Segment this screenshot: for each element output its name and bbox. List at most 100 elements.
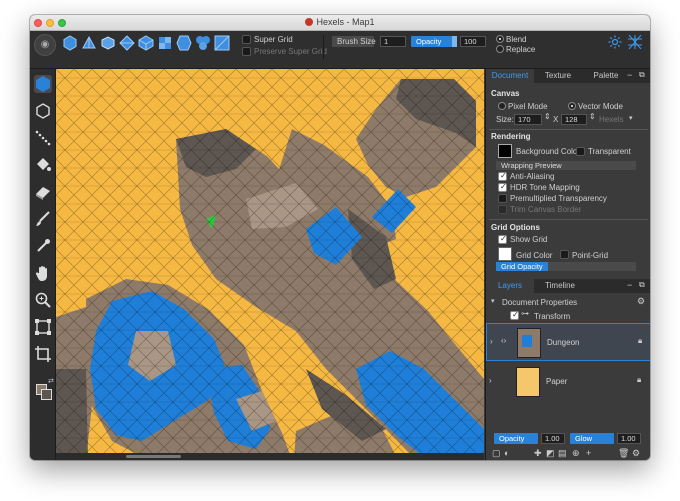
unit-dropdown-icon[interactable]: ▾: [629, 114, 633, 122]
layer-row-paper[interactable]: › Paper 🔒︎: [486, 363, 650, 401]
pixel-mode-label: Pixel Mode: [508, 102, 548, 111]
layer-mask-icon[interactable]: ◐: [504, 448, 509, 458]
anti-aliasing-checkbox[interactable]: [498, 171, 507, 181]
tab-document[interactable]: Document: [486, 69, 534, 83]
circle-tile-icon[interactable]: [195, 35, 211, 51]
grid-opacity-slider[interactable]: Grid Opacity: [496, 262, 636, 271]
brush-size-input[interactable]: 1: [380, 36, 406, 47]
sun-settings-icon[interactable]: [608, 35, 622, 49]
opacity-slider[interactable]: Opacity: [411, 36, 457, 47]
layer-glow-slider[interactable]: Glow: [570, 433, 614, 444]
add-layer-plus-icon[interactable]: +: [586, 448, 591, 458]
transform-link-icon: ⊶: [521, 309, 529, 318]
eraser-tool-icon[interactable]: [34, 183, 52, 201]
background-color-swatch[interactable]: [498, 144, 512, 158]
tab-palette[interactable]: Palette: [582, 69, 630, 83]
wrapping-preview-toggle[interactable]: Wrapping Preview: [496, 161, 636, 170]
transform-checkbox[interactable]: [510, 310, 519, 320]
premultiplied-checkbox[interactable]: [498, 194, 507, 203]
document-properties-chevron-icon[interactable]: ▾: [491, 297, 495, 305]
grid-color-swatch[interactable]: [498, 247, 512, 261]
zoom-tool-icon[interactable]: [34, 291, 52, 309]
layer-opacity-input[interactable]: 1.00: [541, 433, 565, 444]
paint-bucket-tool-icon[interactable]: [34, 156, 52, 174]
width-stepper-icon[interactable]: ⇕: [544, 112, 551, 121]
height-stepper-icon[interactable]: ⇕: [589, 112, 596, 121]
delete-layer-trash-icon[interactable]: 🗑︎: [618, 448, 629, 459]
tab-layers[interactable]: Layers: [486, 279, 534, 293]
canvas-horizontal-scrollbar[interactable]: [56, 453, 484, 460]
canvas-width-input[interactable]: 170: [514, 114, 542, 125]
pixel-mode-radio[interactable]: [498, 102, 506, 110]
layers-popout-icon[interactable]: ⧉: [639, 280, 645, 290]
grid-color-label: Grid Color: [516, 251, 553, 260]
replace-radio[interactable]: [496, 45, 504, 53]
hexagon-outline-tool-icon[interactable]: [34, 102, 52, 120]
layer-glow-input[interactable]: 1.00: [617, 433, 641, 444]
opacity-slider-knob[interactable]: [452, 36, 457, 47]
layer-expand-chevron-icon[interactable]: ›: [490, 337, 493, 346]
layer-glow-label: Glow: [575, 434, 593, 443]
grid-view-icon[interactable]: [628, 35, 642, 49]
square-tile-icon[interactable]: [100, 35, 116, 51]
tab-timeline[interactable]: Timeline: [534, 279, 586, 293]
document-properties-gear-icon[interactable]: ⚙: [637, 296, 645, 307]
hdr-tone-mapping-checkbox[interactable]: [498, 182, 507, 192]
trixel-tile-icon[interactable]: [81, 35, 97, 51]
point-grid-checkbox[interactable]: [560, 250, 569, 259]
add-effect-icon[interactable]: ✚: [534, 448, 542, 459]
layers-minimize-icon[interactable]: −: [627, 280, 632, 290]
add-group-icon[interactable]: ⊕: [572, 448, 580, 459]
trim-canvas-border-checkbox[interactable]: [498, 205, 507, 214]
tab-texture[interactable]: Texture: [534, 69, 582, 83]
hexagon-alt-tile-icon[interactable]: [176, 35, 192, 51]
panel-minimize-icon[interactable]: −: [627, 70, 632, 80]
document-tabbar: Document Texture Palette − ⧉: [486, 69, 650, 83]
preserve-super-grid-checkbox[interactable]: [242, 47, 251, 56]
canvas-scroll-thumb[interactable]: [126, 455, 181, 458]
hexagon-fill-tool-icon[interactable]: [34, 75, 52, 93]
new-folder-icon[interactable]: ▤: [558, 448, 567, 459]
eyedropper-tool-icon[interactable]: [34, 237, 52, 255]
freeform-tile-icon[interactable]: [214, 35, 230, 51]
paper-expand-chevron-icon[interactable]: ›: [489, 376, 492, 385]
super-grid-checkbox[interactable]: [242, 35, 251, 44]
layer-row-dungeon[interactable]: › ‹› Dungeon 🔒︎: [486, 323, 650, 361]
secondary-color-swatch[interactable]: [41, 389, 52, 400]
hexels-logo-icon[interactable]: ◉: [34, 34, 56, 56]
layer-opacity-slider[interactable]: Opacity: [494, 433, 538, 444]
hand-tool-icon[interactable]: [34, 264, 52, 282]
transparent-checkbox[interactable]: [576, 147, 585, 156]
background-color-label: Background Color: [516, 147, 581, 156]
crop-tool-icon[interactable]: [34, 345, 52, 363]
layer-settings-gear-icon[interactable]: ⚙: [632, 448, 640, 459]
hexagon-tile-icon[interactable]: [62, 35, 78, 51]
rendering-separator: [489, 219, 648, 220]
swap-colors-icon[interactable]: ⇄: [48, 377, 54, 385]
vector-mode-radio[interactable]: [568, 102, 576, 110]
layer-visibility-icon[interactable]: ‹›: [501, 336, 506, 345]
pixel-tile-icon[interactable]: [157, 35, 173, 51]
brush-tool-icon[interactable]: [34, 210, 52, 228]
panel-popout-icon[interactable]: ⧉: [639, 70, 645, 80]
blend-radio[interactable]: [496, 35, 504, 43]
transform-tool-icon[interactable]: [34, 318, 52, 336]
paper-lock-icon[interactable]: 🔒︎: [637, 375, 641, 385]
canvas-height-input[interactable]: 128: [561, 114, 587, 125]
canvas-section-title: Canvas: [491, 89, 520, 98]
canvas-unit-select[interactable]: Hexels: [599, 115, 623, 124]
hexels-app-icon: [305, 18, 314, 26]
drawing-canvas[interactable]: [56, 69, 484, 460]
transform-label: Transform: [534, 312, 571, 321]
paper-layer-name: Paper: [546, 377, 568, 386]
show-grid-checkbox[interactable]: [498, 234, 507, 244]
replace-label: Replace: [506, 45, 536, 54]
duplicate-layer-icon[interactable]: ◩: [546, 448, 555, 459]
line-tool-icon[interactable]: [34, 129, 52, 147]
dungeon-lock-icon[interactable]: 🔒︎: [638, 336, 642, 346]
app-window: Hexels - Map1 ◉ Super Grid Preserve Supe…: [30, 15, 650, 460]
opacity-input[interactable]: 100: [460, 36, 486, 47]
diamond-tile-icon[interactable]: [119, 35, 135, 51]
new-layer-icon[interactable]: ▢: [492, 448, 501, 459]
iso-cube-tile-icon[interactable]: [138, 35, 154, 51]
